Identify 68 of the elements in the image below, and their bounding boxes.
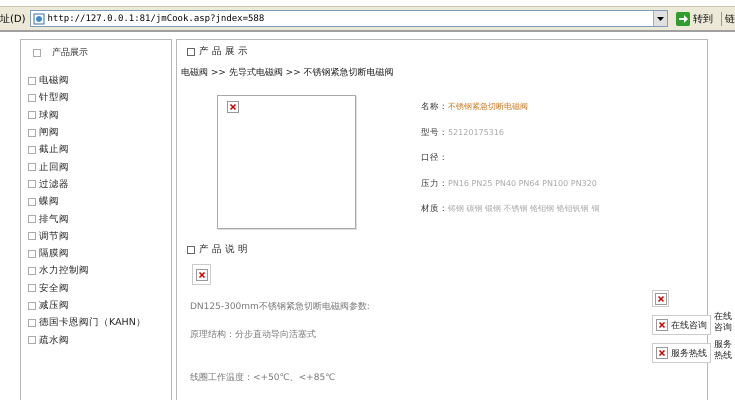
checkbox[interactable]: [28, 76, 36, 85]
category-link[interactable]: 调节阀: [39, 230, 69, 243]
category-link[interactable]: 隔膜阀: [39, 247, 69, 260]
dropdown-icon[interactable]: [657, 16, 664, 20]
square-icon: [187, 246, 195, 254]
checkbox[interactable]: [28, 128, 36, 137]
description-text: DN125-300mm不锈钢紧急切断电磁阀参数:: [189, 300, 371, 313]
broken-image-icon: [656, 347, 668, 359]
url-text: http://127.0.0.1:81/jmCook.asp?jndex=588: [48, 14, 266, 24]
category-link[interactable]: 疏水阀: [39, 334, 69, 347]
checkbox[interactable]: [28, 215, 36, 224]
broken-image-icon: [227, 101, 239, 113]
category-link[interactable]: 止回阀: [39, 160, 69, 174]
category-link[interactable]: 闸阀: [39, 126, 59, 140]
breadcrumb: 电磁阀 >> 先导式电磁阀 >> 不锈钢紧急切断电磁阀: [181, 66, 395, 79]
category-link[interactable]: 过滤器: [39, 178, 69, 191]
arrow-icon: [676, 12, 690, 26]
url-field[interactable]: http://127.0.0.1:81/jmCook.asp?jndex=588: [30, 10, 668, 27]
square-icon: [187, 48, 195, 56]
checkbox[interactable]: [28, 94, 36, 102]
category-link[interactable]: 德国卡恩阀门（KAHN）: [39, 316, 146, 330]
section-heading: 产 品 展 示: [199, 45, 248, 58]
checkbox[interactable]: [28, 284, 36, 292]
category-link[interactable]: 水力控制阀: [39, 264, 89, 278]
checkbox[interactable]: [28, 266, 36, 275]
spec-label: 型号：: [421, 128, 448, 138]
category-link[interactable]: 球阀: [39, 108, 59, 122]
service-button[interactable]: 服务热线: [652, 343, 711, 363]
spec-label: 名称：: [421, 102, 448, 112]
spec-value: 52120175316: [448, 128, 504, 136]
panel-title: 产品展示: [52, 46, 88, 59]
description-text: 原理结构：分步直动导向活塞式: [189, 328, 317, 341]
category-link[interactable]: 电磁阀: [39, 74, 69, 88]
spec-label: 口径：: [421, 153, 448, 163]
checkbox[interactable]: [28, 302, 36, 310]
service-link[interactable]: 在线咨询: [714, 312, 734, 334]
spec-label: 压力：: [421, 178, 448, 188]
go-button[interactable]: 转到: [672, 12, 717, 26]
broken-image-icon: [196, 268, 208, 280]
description-text: 线圈工作温度：<+50℃、<+85℃: [189, 372, 336, 384]
spec-value: 铸钢 碳钢 锻钢 不锈钢 铬钼钢 铬钼钒钢 铜: [448, 204, 600, 213]
category-link[interactable]: 截止阀: [39, 143, 69, 156]
section-heading: 产 品 说 明: [199, 243, 248, 256]
checkbox[interactable]: [28, 180, 36, 188]
page-icon: [32, 12, 45, 24]
links-label[interactable]: 链: [721, 12, 735, 26]
spec-value: PN16 PN25 PN40 PN64 PN100 PN320: [448, 178, 597, 188]
category-link[interactable]: 针型阀: [39, 91, 69, 104]
category-link[interactable]: 减压阀: [39, 299, 69, 312]
checkbox[interactable]: [28, 318, 36, 327]
spec-label: 材质：: [421, 204, 448, 214]
service-button[interactable]: 在线咨询: [652, 315, 711, 335]
checkbox[interactable]: [28, 336, 36, 344]
checkbox[interactable]: [28, 232, 36, 240]
checkbox[interactable]: [28, 250, 36, 258]
checkbox[interactable]: [28, 111, 36, 120]
category-link[interactable]: 蝶阀: [39, 195, 59, 208]
checkbox[interactable]: [33, 48, 41, 56]
broken-image-icon: [654, 292, 666, 304]
address-label: 址(D): [0, 12, 26, 26]
category-link[interactable]: 排气阀: [39, 212, 69, 226]
service-link[interactable]: 服务热线: [714, 340, 734, 362]
checkbox[interactable]: [28, 163, 36, 172]
broken-image-icon: [656, 319, 668, 331]
spec-value: 不锈钢紧急切断电磁阀: [448, 102, 528, 111]
category-link[interactable]: 安全阀: [39, 282, 69, 295]
checkbox[interactable]: [28, 146, 36, 154]
checkbox[interactable]: [28, 198, 36, 206]
